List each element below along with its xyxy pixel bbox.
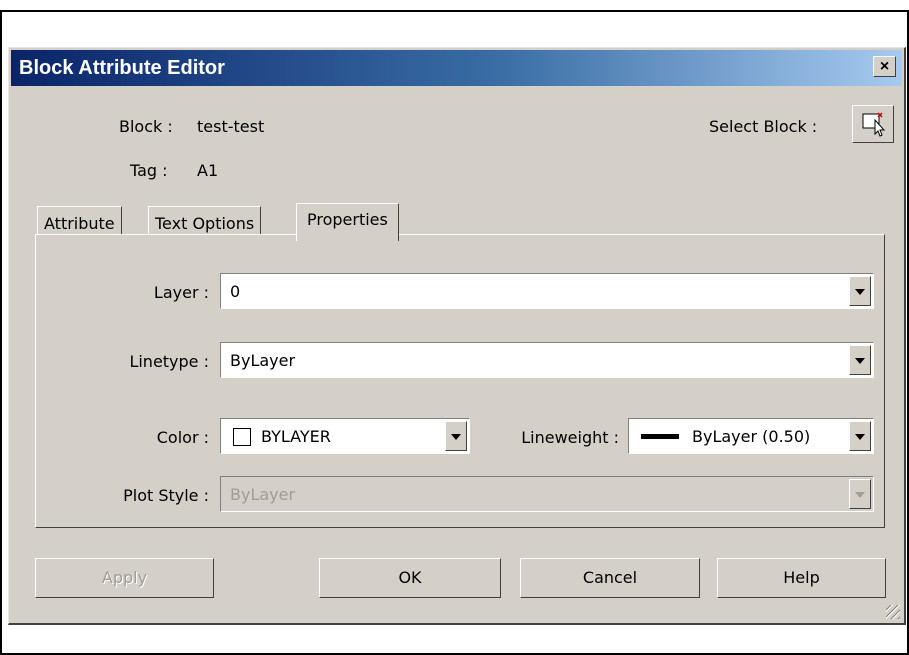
ok-button[interactable]: OK	[319, 558, 501, 598]
linetype-value: ByLayer	[230, 351, 296, 370]
tab-properties[interactable]: Properties	[296, 203, 399, 241]
block-value: test-test	[197, 117, 265, 136]
lineweight-sample-icon	[641, 434, 679, 439]
apply-button[interactable]: Apply	[35, 558, 214, 598]
layer-label: Layer :	[153, 283, 209, 302]
dialog-title: Block Attribute Editor	[19, 57, 225, 79]
cancel-button[interactable]: Cancel	[520, 558, 700, 598]
close-button[interactable]: ×	[873, 56, 896, 77]
chevron-down-icon	[849, 479, 871, 509]
chevron-down-icon[interactable]	[849, 421, 871, 451]
linetype-select[interactable]: ByLayer	[220, 342, 874, 378]
select-block-button[interactable]	[852, 105, 894, 143]
title-bar[interactable]: Block Attribute Editor ×	[11, 50, 902, 86]
tag-value: A1	[197, 161, 219, 180]
plot-style-select: ByLayer	[220, 476, 874, 512]
chevron-down-icon[interactable]	[849, 345, 871, 375]
plot-style-label: Plot Style :	[123, 486, 209, 505]
color-value: BYLAYER	[261, 427, 331, 446]
close-icon: ×	[879, 58, 890, 75]
chevron-down-icon[interactable]	[445, 421, 467, 451]
select-object-cursor-icon	[862, 112, 886, 137]
block-label: Block :	[119, 117, 173, 136]
linetype-label: Linetype :	[129, 352, 209, 371]
lineweight-select[interactable]: ByLayer (0.50)	[628, 418, 874, 454]
layer-value: 0	[230, 282, 241, 301]
lineweight-label: Lineweight :	[521, 428, 619, 447]
color-select[interactable]: BYLAYER	[220, 418, 470, 454]
top-border-strip	[0, 0, 909, 12]
lineweight-value: ByLayer (0.50)	[692, 427, 811, 446]
help-button[interactable]: Help	[717, 558, 886, 598]
chevron-down-icon[interactable]	[849, 276, 871, 306]
plot-style-value: ByLayer	[230, 485, 296, 504]
select-block-label: Select Block :	[709, 117, 818, 136]
color-label: Color :	[156, 428, 209, 447]
tag-label: Tag :	[130, 161, 168, 180]
block-attribute-editor-dialog: Block Attribute Editor × Block : test-te…	[8, 47, 906, 625]
color-swatch-icon	[233, 428, 251, 446]
resize-grip-icon[interactable]	[886, 605, 900, 619]
layer-select[interactable]: 0	[220, 273, 874, 309]
